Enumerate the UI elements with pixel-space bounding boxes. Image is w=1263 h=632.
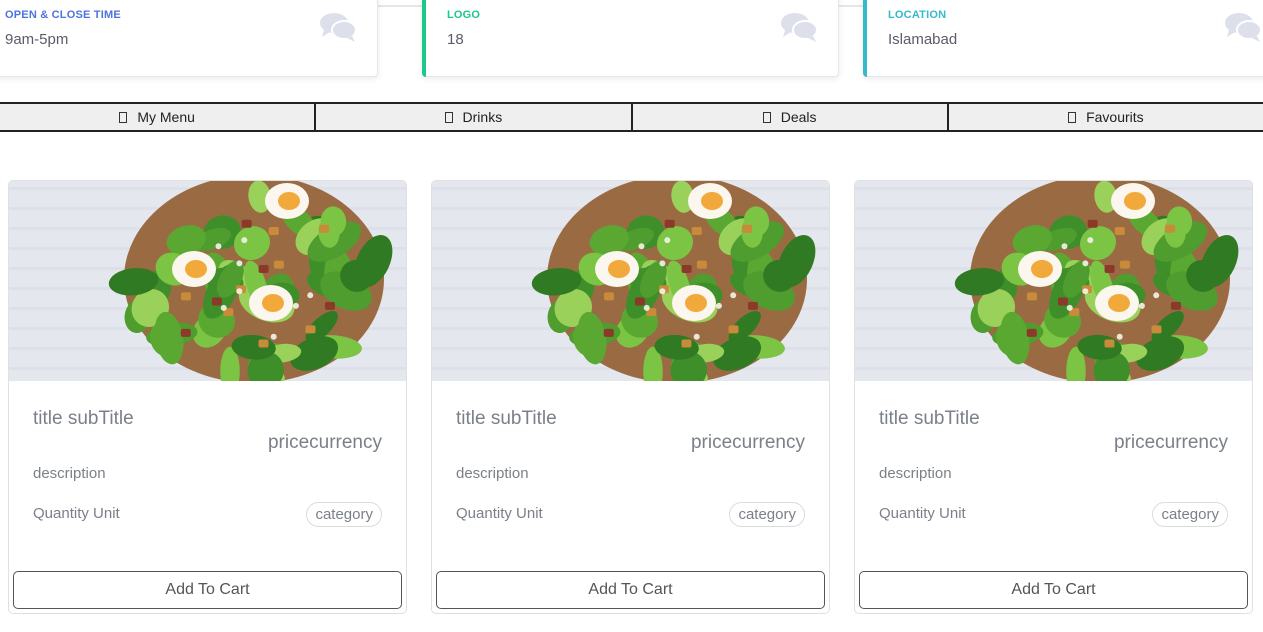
product-description: description [456,465,529,482]
category-badge: category [729,502,805,527]
hours-label: OPEN & CLOSE TIME [5,9,121,21]
category-badge: category [1152,502,1228,527]
drinks-icon [444,111,453,123]
tab-label: My Menu [137,109,195,125]
location-value: Islamabad [888,31,958,48]
tab-deals[interactable]: Deals [631,102,948,132]
product-title: title subTitle [456,408,557,429]
menu-tab-bar: My Menu Drinks Deals Favourits [0,102,1263,132]
tab-label: Drinks [462,109,503,125]
tab-label: Deals [780,109,817,125]
deals-icon [762,111,771,123]
product-price: pricecurrency [1113,432,1228,453]
product-price: pricecurrency [267,432,382,453]
product-quantity: Quantity Unit [456,505,543,522]
product-quantity: Quantity Unit [33,505,120,522]
product-description: description [33,465,106,482]
logo-value: 18 [447,31,464,48]
info-card-location: LOCATION Islamabad [863,0,1263,77]
product-card: title subTitle pricecurrency description… [854,180,1253,614]
card-accent [863,0,867,77]
tab-drinks[interactable]: Drinks [315,102,632,132]
hours-value: 9am-5pm [5,31,69,48]
product-price: pricecurrency [690,432,805,453]
tab-label: Favourits [1086,109,1144,125]
salad-image [9,181,406,381]
add-to-cart-button[interactable]: Add To Cart [13,571,402,609]
category-badge: category [306,502,382,527]
info-card-logo: LOGO 18 [422,0,839,77]
info-card-hours: OPEN & CLOSE TIME 9am-5pm [0,0,378,77]
product-description: description [879,465,952,482]
tab-my-menu[interactable]: My Menu [0,102,316,132]
product-title: title subTitle [33,408,134,429]
menu-icon [119,111,128,123]
comments-icon [1225,13,1262,42]
card-accent [422,0,426,77]
tab-favourits[interactable]: Favourits [947,102,1263,132]
logo-label: LOGO [447,9,481,21]
product-quantity: Quantity Unit [879,505,966,522]
add-to-cart-button[interactable]: Add To Cart [859,571,1248,609]
salad-image [432,181,829,381]
favourites-icon [1068,111,1077,123]
product-card: title subTitle pricecurrency description… [431,180,830,614]
salad-image [855,181,1252,381]
location-label: LOCATION [888,9,947,21]
add-to-cart-button[interactable]: Add To Cart [436,571,825,609]
comments-icon [320,13,357,42]
product-card: title subTitle pricecurrency description… [8,180,407,614]
product-title: title subTitle [879,408,980,429]
comments-icon [781,13,818,42]
